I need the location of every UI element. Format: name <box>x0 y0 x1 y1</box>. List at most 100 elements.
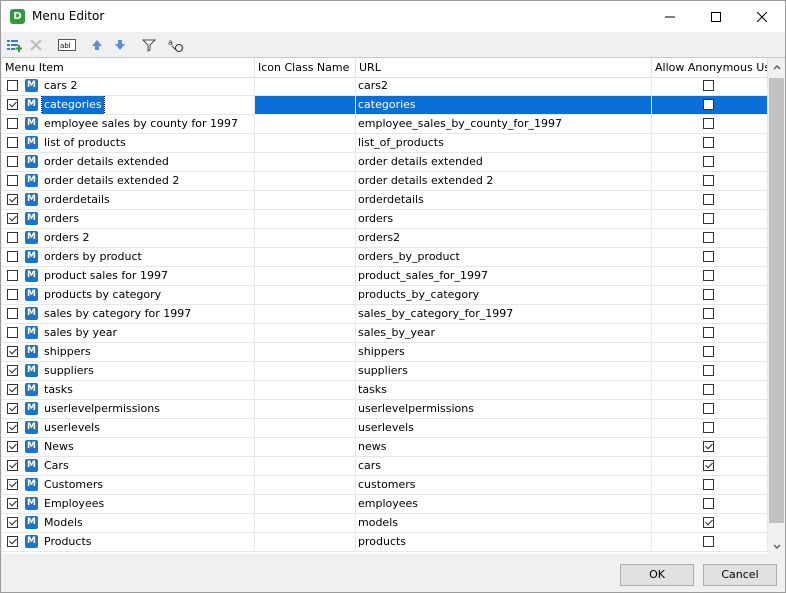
icon-class-cell[interactable] <box>255 77 356 95</box>
icon-class-cell[interactable] <box>255 324 356 342</box>
url-cell[interactable]: sales_by_category_for_1997 <box>356 305 652 323</box>
table-row[interactable]: Mtasks tasks <box>2 381 768 400</box>
menu-item-cell[interactable]: Morders <box>2 210 255 228</box>
icon-class-cell[interactable] <box>255 115 356 133</box>
menu-item-cell[interactable]: M Products <box>2 533 255 551</box>
url-cell[interactable]: models <box>356 514 652 532</box>
allow-anonymous-checkbox[interactable] <box>703 232 714 243</box>
table-row[interactable]: M Models models <box>2 514 768 533</box>
icon-class-cell[interactable] <box>255 286 356 304</box>
table-row[interactable]: Mproduct sales for 1997 product_sales_for… <box>2 267 768 286</box>
anonymous-cell[interactable] <box>652 96 768 114</box>
menu-item-cell[interactable]: Muserlevelpermissions <box>2 400 255 418</box>
allow-anonymous-checkbox[interactable] <box>703 498 714 509</box>
menu-item-cell[interactable]: Memployee sales by county for 1997 <box>2 115 255 133</box>
allow-anonymous-checkbox[interactable] <box>703 80 714 91</box>
anonymous-cell[interactable] <box>652 267 768 285</box>
vertical-scrollbar[interactable] <box>768 58 785 555</box>
icon-class-cell[interactable] <box>255 381 356 399</box>
rename-text-button[interactable]: abl <box>57 35 77 55</box>
table-row[interactable]: Morder details extended order details ext… <box>2 153 768 172</box>
enabled-checkbox[interactable] <box>7 308 18 319</box>
menu-item-cell[interactable]: Mcars 2 <box>2 77 255 95</box>
allow-anonymous-checkbox[interactable] <box>703 384 714 395</box>
table-row[interactable]: Mproducts by category products_by_categor… <box>2 286 768 305</box>
menu-item-cell[interactable]: M Employees <box>2 495 255 513</box>
icon-class-cell[interactable] <box>255 229 356 247</box>
url-cell[interactable]: sales_by_year <box>356 324 652 342</box>
header-icon-class-name[interactable]: Icon Class Name <box>255 58 356 77</box>
table-row[interactable]: M Customers customers <box>2 476 768 495</box>
table-row[interactable]: Msales by category for 1997 sales_by_cate… <box>2 305 768 324</box>
allow-anonymous-checkbox[interactable] <box>703 137 714 148</box>
allow-anonymous-checkbox[interactable] <box>703 460 714 471</box>
enabled-checkbox[interactable] <box>7 175 18 186</box>
icon-class-cell[interactable] <box>255 400 356 418</box>
icon-class-cell[interactable] <box>255 514 356 532</box>
table-row[interactable]: M Cars cars <box>2 457 768 476</box>
enabled-checkbox[interactable] <box>7 232 18 243</box>
anonymous-cell[interactable] <box>652 381 768 399</box>
url-cell[interactable]: list_of_products <box>356 134 652 152</box>
header-url[interactable]: URL <box>356 58 652 77</box>
menu-item-cell[interactable]: M News <box>2 438 255 456</box>
anonymous-cell[interactable] <box>652 153 768 171</box>
url-cell[interactable]: tasks <box>356 381 652 399</box>
enabled-checkbox[interactable] <box>7 270 18 281</box>
icon-class-cell[interactable] <box>255 476 356 494</box>
scroll-down-button[interactable] <box>768 538 785 555</box>
menu-item-cell[interactable]: Mtasks <box>2 381 255 399</box>
icon-class-cell[interactable] <box>255 419 356 437</box>
url-cell[interactable]: order details extended <box>356 153 652 171</box>
translate-button[interactable]: a <box>166 35 186 55</box>
allow-anonymous-checkbox[interactable] <box>703 517 714 528</box>
table-row[interactable]: Muserlevels userlevels <box>2 419 768 438</box>
allow-anonymous-checkbox[interactable] <box>703 441 714 452</box>
anonymous-cell[interactable] <box>652 419 768 437</box>
anonymous-cell[interactable] <box>652 514 768 532</box>
menu-item-cell[interactable]: Mproducts by category <box>2 286 255 304</box>
url-cell[interactable]: userlevelpermissions <box>356 400 652 418</box>
menu-item-cell[interactable]: Mshippers <box>2 343 255 361</box>
enabled-checkbox[interactable] <box>7 365 18 376</box>
enabled-checkbox[interactable] <box>7 479 18 490</box>
enabled-checkbox[interactable] <box>7 536 18 547</box>
anonymous-cell[interactable] <box>652 191 768 209</box>
menu-item-cell[interactable]: Msales by category for 1997 <box>2 305 255 323</box>
menu-item-cell[interactable]: Mlist of products <box>2 134 255 152</box>
enabled-checkbox[interactable] <box>7 498 18 509</box>
url-cell[interactable]: cars <box>356 457 652 475</box>
url-cell[interactable]: products_by_category <box>356 286 652 304</box>
menu-item-cell[interactable]: Morders 2 <box>2 229 255 247</box>
minimize-button[interactable] <box>647 1 693 32</box>
url-cell[interactable]: orderdetails <box>356 191 652 209</box>
anonymous-cell[interactable] <box>652 362 768 380</box>
enabled-checkbox[interactable] <box>7 441 18 452</box>
menu-item-cell[interactable]: Msuppliers <box>2 362 255 380</box>
menu-item-cell[interactable]: Mcategories <box>2 96 255 114</box>
table-row[interactable]: M Products products <box>2 533 768 552</box>
allow-anonymous-checkbox[interactable] <box>703 289 714 300</box>
table-row[interactable]: Msales by year sales_by_year <box>2 324 768 343</box>
scroll-up-button[interactable] <box>768 58 785 75</box>
url-cell[interactable]: employees <box>356 495 652 513</box>
anonymous-cell[interactable] <box>652 400 768 418</box>
allow-anonymous-checkbox[interactable] <box>703 99 714 110</box>
allow-anonymous-checkbox[interactable] <box>703 270 714 281</box>
icon-class-cell[interactable] <box>255 305 356 323</box>
icon-class-cell[interactable] <box>255 457 356 475</box>
icon-class-cell[interactable] <box>255 153 356 171</box>
url-cell[interactable]: products <box>356 533 652 551</box>
enabled-checkbox[interactable] <box>7 517 18 528</box>
menu-item-cell[interactable]: M Customers <box>2 476 255 494</box>
table-row[interactable]: M News news <box>2 438 768 457</box>
enabled-checkbox[interactable] <box>7 289 18 300</box>
anonymous-cell[interactable] <box>652 172 768 190</box>
filter-button[interactable] <box>139 35 159 55</box>
menu-item-cell[interactable]: Morder details extended 2 <box>2 172 255 190</box>
url-cell[interactable]: orders <box>356 210 652 228</box>
allow-anonymous-checkbox[interactable] <box>703 251 714 262</box>
allow-anonymous-checkbox[interactable] <box>703 156 714 167</box>
url-cell[interactable]: suppliers <box>356 362 652 380</box>
table-row[interactable]: Mcars 2 cars2 <box>2 77 768 96</box>
